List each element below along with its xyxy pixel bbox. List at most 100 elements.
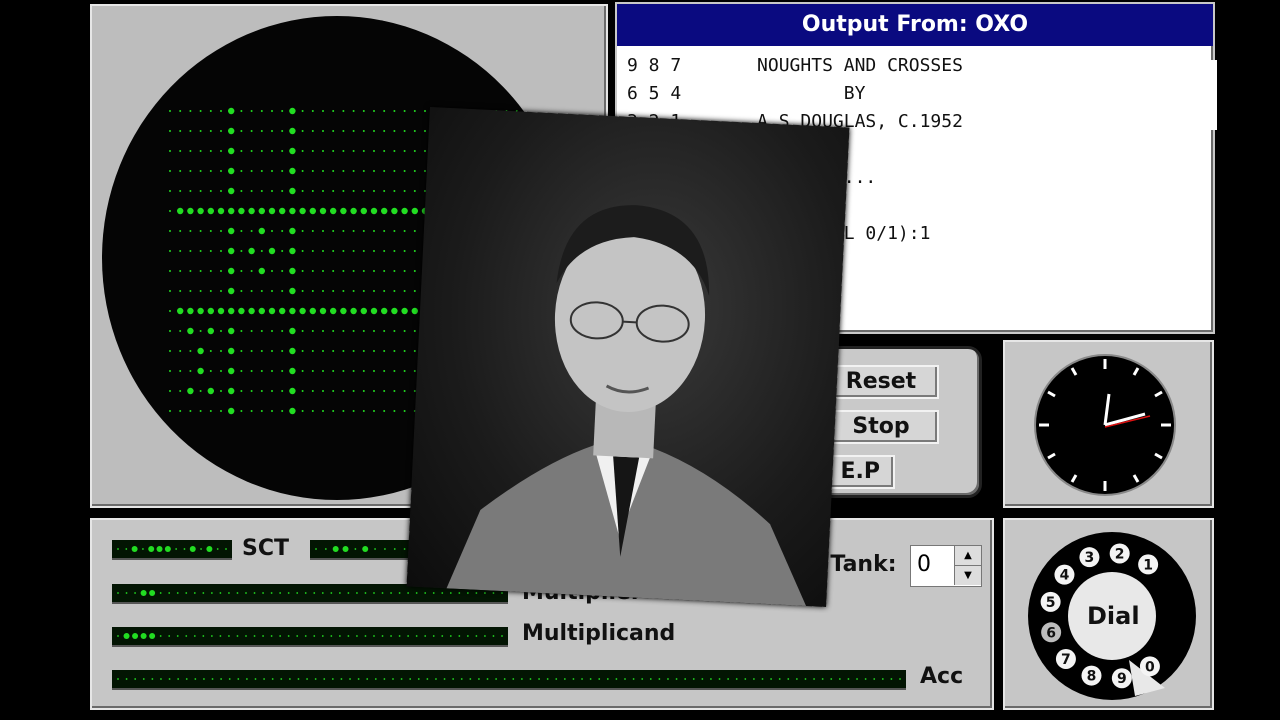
crt-dim-dot — [220, 190, 222, 192]
dial-number: 9 — [1117, 671, 1127, 687]
register-dim-dot — [484, 635, 486, 637]
crt-dim-dot — [403, 150, 406, 152]
crt-dim-dot — [281, 170, 284, 172]
register-dim-dot — [134, 592, 136, 594]
register-dim-dot — [838, 678, 841, 680]
crt-lit-dot — [279, 307, 286, 315]
register-dim-dot — [219, 592, 222, 594]
register-lit-dot — [149, 633, 156, 639]
register-lit-dot — [140, 590, 147, 596]
crt-lit-dot — [319, 207, 327, 215]
crt-dim-dot — [179, 190, 182, 192]
crt-dim-dot — [240, 170, 243, 172]
register-dim-dot — [873, 678, 876, 680]
crt-dim-dot — [322, 130, 324, 132]
spin-down-icon[interactable]: ▼ — [954, 566, 981, 585]
crt-dim-dot — [169, 370, 171, 372]
crt-dim-dot — [413, 230, 416, 232]
crt-dim-dot — [301, 150, 304, 152]
crt-dim-dot — [332, 110, 335, 112]
register-dim-dot — [512, 678, 515, 680]
crt-dim-dot — [413, 130, 416, 132]
crt-dim-dot — [362, 130, 365, 132]
crt-dim-dot — [220, 330, 222, 332]
crt-lit-dot — [289, 147, 296, 155]
crt-lit-dot — [289, 107, 296, 115]
crt-dim-dot — [240, 410, 243, 412]
crt-dim-dot — [332, 170, 335, 172]
crt-dim-dot — [413, 170, 416, 172]
crt-dim-dot — [179, 170, 182, 172]
register-dim-dot — [228, 592, 230, 594]
crt-dim-dot — [373, 330, 375, 332]
register-dim-dot — [183, 548, 186, 550]
register-dim-dot — [441, 635, 444, 637]
crt-lit-dot — [289, 387, 296, 395]
crt-dim-dot — [169, 230, 171, 232]
register-dim-dot — [236, 635, 239, 637]
register-dim-dot — [417, 678, 420, 680]
dial-label[interactable]: Dial — [1087, 602, 1140, 630]
register-dim-dot — [415, 635, 418, 637]
register-lit-dot — [362, 546, 369, 552]
crt-lit-dot — [228, 187, 235, 195]
crt-lit-dot — [187, 387, 194, 395]
crt-dim-dot — [413, 110, 416, 112]
crt-dim-dot — [189, 170, 192, 172]
register-lit-dot — [149, 590, 156, 596]
clock-icon — [1034, 354, 1176, 496]
register-dim-dot — [331, 678, 334, 680]
stop-button[interactable]: Stop — [823, 410, 939, 444]
register-dim-dot — [795, 678, 798, 680]
crt-dim-dot — [271, 150, 273, 152]
reset-button[interactable]: Reset — [823, 365, 939, 399]
register-dim-dot — [279, 592, 282, 594]
crt-dim-dot — [271, 190, 273, 192]
crt-dim-dot — [362, 390, 365, 392]
crt-dim-dot — [301, 230, 304, 232]
crt-dim-dot — [189, 370, 192, 372]
scrollbar[interactable] — [1211, 60, 1217, 130]
register-dim-dot — [443, 678, 446, 680]
crt-dim-dot — [169, 150, 171, 152]
crt-dim-dot — [179, 330, 182, 332]
crt-lit-dot — [350, 207, 357, 215]
crt-dim-dot — [352, 270, 355, 272]
crt-dim-dot — [393, 230, 396, 232]
crt-dim-dot — [403, 270, 406, 272]
crt-dim-dot — [199, 390, 202, 392]
register-dim-dot — [632, 678, 635, 680]
crt-dim-dot — [413, 330, 416, 332]
crt-dim-dot — [301, 110, 304, 112]
crt-lit-dot — [228, 227, 235, 235]
register-dim-dot — [338, 635, 341, 637]
crt-dim-dot — [383, 170, 386, 172]
register-dim-dot — [245, 635, 247, 637]
crt-dim-dot — [403, 290, 406, 292]
crt-dim-dot — [260, 150, 263, 152]
register-lit-dot — [164, 546, 171, 552]
crt-dim-dot — [322, 110, 324, 112]
crt-dim-dot — [281, 230, 284, 232]
register-dim-dot — [475, 592, 478, 594]
crt-lit-dot — [289, 227, 296, 235]
crt-dim-dot — [393, 330, 396, 332]
register-dim-dot — [296, 592, 299, 594]
register-dim-dot — [667, 678, 669, 680]
crt-dim-dot — [220, 270, 222, 272]
crt-dim-dot — [250, 150, 253, 152]
crt-dim-dot — [281, 130, 284, 132]
crt-dim-dot — [342, 170, 345, 172]
tank-spinner[interactable]: 0 ▲ ▼ — [910, 545, 982, 587]
crt-dim-dot — [301, 290, 304, 292]
crt-lit-dot — [401, 207, 408, 215]
register-dim-dot — [381, 635, 384, 637]
crt-dim-dot — [169, 350, 171, 352]
register-dim-dot — [262, 635, 264, 637]
crt-dim-dot — [352, 190, 355, 192]
crt-dim-dot — [311, 130, 314, 132]
spin-up-icon[interactable]: ▲ — [954, 546, 981, 566]
crt-dim-dot — [281, 270, 284, 272]
register-dim-dot — [384, 548, 386, 550]
register-dim-dot — [415, 592, 418, 594]
